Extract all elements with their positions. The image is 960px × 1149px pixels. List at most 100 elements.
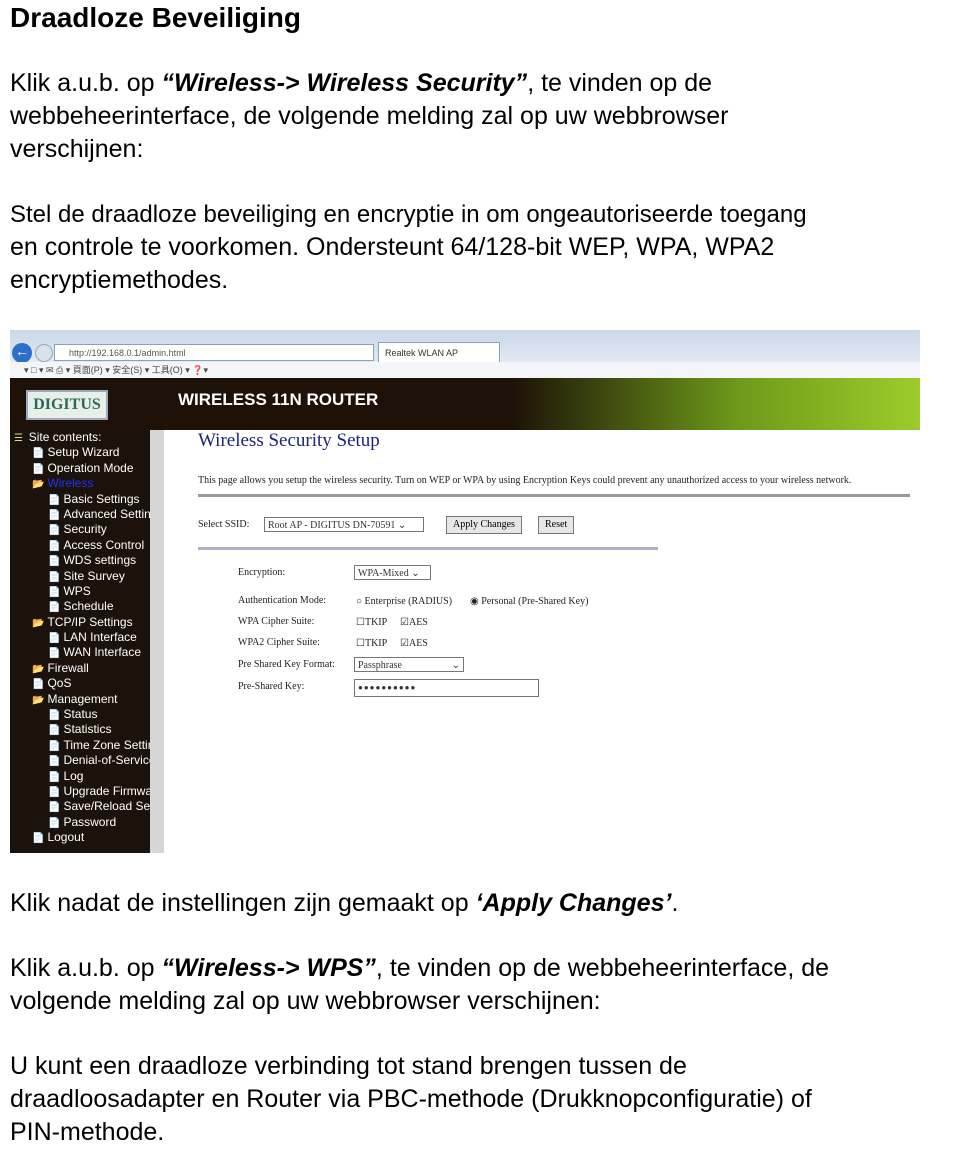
sidebar-item[interactable]: 📄 LAN Interface (10, 630, 150, 645)
paragraph-line: Klik a.u.b. op “Wireless-> WPS”, te vind… (10, 952, 829, 985)
folder-icon: 📂 (32, 479, 45, 491)
sidebar-item[interactable]: 📄Time Zone Setting (10, 738, 150, 753)
sidebar: ☰ Site contents: 📄 Setup Wizard 📄 Operation … (10, 430, 150, 853)
button-reference: ‘Apply Changes’ (475, 889, 672, 917)
text: Klik a.u.b. op (10, 954, 162, 982)
auth-mode-label: Authentication Mode: (238, 595, 327, 606)
page-heading: Draadloze Beveiliging (10, 2, 301, 33)
page-icon: 📄 (48, 771, 61, 783)
sidebar-item[interactable]: 📄 Status (10, 707, 150, 722)
sidebar-item[interactable]: 📄 Access Control (10, 538, 150, 553)
browser-chrome: ← http://192.168.0.1/admin.html Realtek … (10, 330, 920, 379)
sidebar-item[interactable]: 📄 Security (10, 522, 150, 537)
sidebar-label: Management (47, 691, 118, 706)
page-icon: 📄 (48, 556, 61, 568)
sidebar-item[interactable]: 📄Upgrade Firmware (10, 784, 150, 799)
scrollbar[interactable] (150, 430, 164, 853)
sidebar-item[interactable]: 📄 WAN Interface (10, 645, 150, 660)
sidebar-label: Status (63, 707, 98, 722)
sidebar-label: LAN Interface (63, 630, 137, 645)
wpa2-tkip-checkbox[interactable]: ☐TKIP (356, 638, 387, 649)
radio-label: Personal (Pre-Shared Key) (481, 596, 589, 607)
psk-input[interactable]: ●●●●●●●●●● (354, 679, 539, 697)
sidebar-item[interactable]: 📄 Operation Mode (10, 461, 150, 476)
apply-changes-button[interactable]: Apply Changes (446, 516, 522, 534)
paragraph-line: PIN-methode. (10, 1118, 165, 1146)
paragraph-line: en controle te voorkomen. Ondersteunt 64… (10, 233, 775, 261)
auth-personal-radio[interactable]: ◉ Personal (Pre-Shared Key) (470, 596, 588, 607)
psk-format-select[interactable]: Passphrase ⌄ (354, 657, 464, 672)
ssid-value: Root AP - DIGITUS DN-70591 (268, 520, 396, 531)
sidebar-item[interactable]: 📄 WDS settings (10, 553, 150, 568)
sidebar-label: Security (63, 522, 107, 537)
text: , te vinden op de webbeheerinterface, de (375, 954, 830, 982)
wpa-tkip-checkbox[interactable]: ☐TKIP (356, 617, 387, 628)
sidebar-label: Advanced Settings (63, 506, 150, 521)
page-icon: 📄 (48, 494, 61, 506)
page-icon: 📄 (48, 648, 61, 660)
sidebar-label: Wireless (47, 476, 94, 491)
sidebar-label: Setup Wizard (47, 445, 120, 460)
sidebar-item[interactable]: 📄 QoS (10, 676, 150, 691)
router-screenshot: ← http://192.168.0.1/admin.html Realtek … (10, 330, 920, 853)
sidebar-item[interactable]: 📄 Site Survey (10, 569, 150, 584)
sidebar-label: WAN Interface (63, 645, 142, 660)
sidebar-item[interactable]: 📄Save/Reload Settings (10, 799, 150, 814)
wpa-aes-checkbox[interactable]: ☑AES (400, 617, 428, 628)
wpa2-aes-checkbox[interactable]: ☑AES (400, 638, 428, 649)
paragraph-line: draadloosadapter en Router via PBC-metho… (10, 1085, 812, 1113)
encryption-label: Encryption: (238, 567, 286, 578)
sidebar-label: Upgrade Firmware (63, 783, 150, 798)
forward-arrow-icon[interactable] (35, 344, 53, 362)
page-icon: 📄 (48, 710, 61, 722)
sidebar-item[interactable]: 📄 Setup Wizard (10, 445, 150, 460)
sidebar-item[interactable]: 📂 TCP/IP Settings (10, 615, 150, 630)
wpa2-cipher-label: WPA2 Cipher Suite: (238, 637, 320, 648)
sidebar-item[interactable]: 📄Advanced Settings (10, 507, 150, 522)
text: . (671, 889, 679, 917)
reset-button[interactable]: Reset (538, 516, 575, 534)
sidebar-item[interactable]: 📄 Log (10, 769, 150, 784)
sidebar-item[interactable]: 📄 Denial-of-Service (10, 753, 150, 768)
sidebar-item[interactable]: 📄 Basic Settings (10, 492, 150, 507)
sidebar-item[interactable]: 📄 Password (10, 815, 150, 830)
page-icon: 📄 (48, 817, 61, 829)
paragraph-line: webbeheerinterface, de volgende melding … (10, 102, 729, 130)
sidebar-label: Site Survey (63, 568, 125, 583)
router-header: DIGITUS WIRELESS 11N ROUTER (10, 378, 920, 430)
encryption-select[interactable]: WPA-Mixed ⌄ (354, 565, 431, 580)
divider (198, 494, 910, 497)
browser-tab[interactable]: Realtek WLAN AP Webserver... (378, 342, 500, 379)
sidebar-label: Firewall (47, 660, 89, 675)
command-bar: ▾ □ ▾ ✉ ⎙ ▾ 頁面(P) ▾ 安全(S) ▾ 工具(O) ▾ ❓▾ (10, 362, 920, 378)
sidebar-item[interactable]: 📄 Logout (10, 830, 150, 845)
radio-label: Enterprise (RADIUS) (364, 596, 453, 607)
back-arrow-icon[interactable]: ← (12, 343, 32, 363)
page-icon: 📄 (48, 802, 61, 814)
page-icon: 📄 (48, 633, 61, 645)
sidebar-label: WDS settings (63, 553, 137, 568)
sidebar-label: TCP/IP Settings (47, 614, 133, 629)
paragraph-line: encryptiemethodes. (10, 266, 229, 294)
sidebar-item[interactable]: 📂 Wireless (10, 476, 150, 491)
psk-label: Pre-Shared Key: (238, 681, 305, 692)
sidebar-item[interactable]: 📄 WPS (10, 584, 150, 599)
page-icon: 📄 (32, 448, 45, 460)
checkbox-label: TKIP (364, 638, 388, 649)
text: , te vinden op de (527, 69, 713, 97)
sidebar-item[interactable]: 📄 Schedule (10, 599, 150, 614)
ssid-select[interactable]: Root AP - DIGITUS DN-70591 ⌄ (264, 517, 424, 532)
sidebar-item[interactable]: 📄 Statistics (10, 722, 150, 737)
folder-icon: 📂 (32, 663, 45, 675)
encryption-value: WPA-Mixed (358, 568, 409, 579)
tree-icon: ☰ (14, 433, 26, 444)
auth-enterprise-radio[interactable]: ○ Enterprise (RADIUS) (356, 596, 452, 607)
divider (198, 547, 658, 550)
sidebar-item[interactable]: 📂 Firewall (10, 661, 150, 676)
text: Klik nadat de instellingen zijn gemaakt … (10, 889, 476, 917)
sidebar-item[interactable]: 📂 Management (10, 692, 150, 707)
page-icon: 📄 (48, 725, 61, 737)
sidebar-label: Site contents: (28, 430, 102, 444)
address-bar[interactable]: http://192.168.0.1/admin.html (54, 344, 374, 361)
sidebar-item: ☰ Site contents: (10, 430, 150, 445)
